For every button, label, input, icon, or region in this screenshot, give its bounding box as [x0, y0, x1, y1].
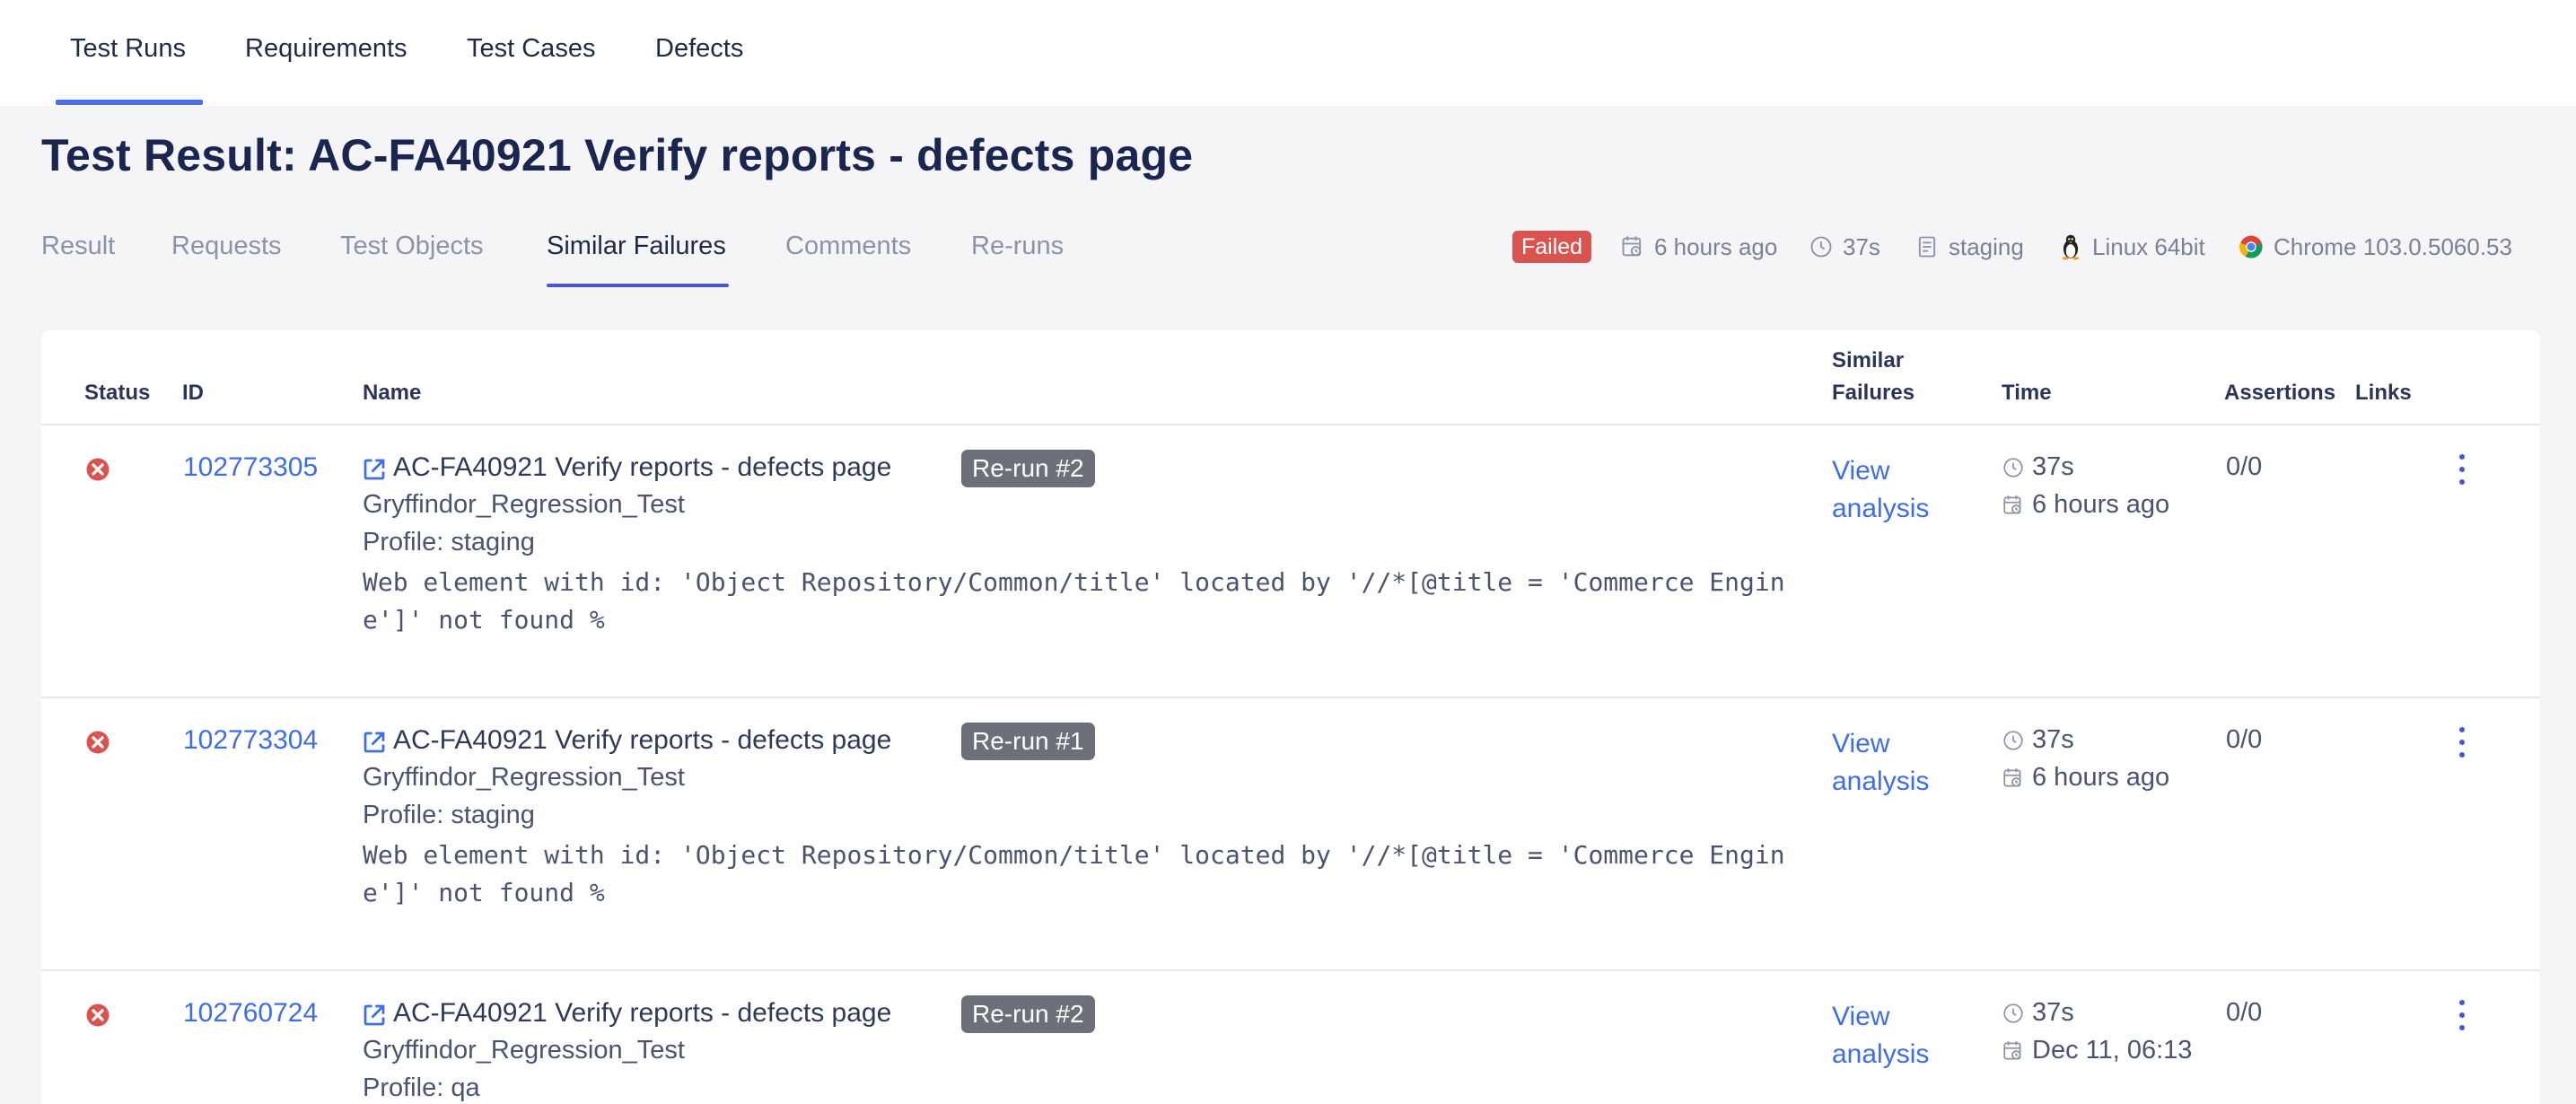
meta-os: Linux 64bit — [2058, 232, 2205, 262]
more-actions-icon[interactable] — [2456, 454, 2468, 485]
meta-profile: staging — [1914, 232, 2024, 262]
view-analysis-line2: analysis — [1832, 1039, 1930, 1069]
started-time: Dec 11, 06:13 — [2002, 1036, 2192, 1065]
header-similar-failures-line2: Failures — [1832, 381, 1915, 405]
assertions-count: 0/0 — [2226, 452, 2263, 481]
calendar-clock-icon — [1622, 236, 1642, 257]
tab-test-objects[interactable]: Test Objects — [340, 232, 484, 261]
similar-failures-table: Status ID Name Similar Failures Time Ass… — [41, 330, 2540, 1104]
subtab-active-indicator — [547, 284, 729, 287]
header-links: Links — [2355, 381, 2412, 405]
linux-icon — [2062, 234, 2080, 260]
external-link-icon[interactable] — [361, 729, 388, 756]
test-result-id-link[interactable]: 102773304 — [183, 725, 318, 756]
assertions-count: 0/0 — [2226, 725, 2263, 754]
failed-status-icon — [86, 731, 110, 754]
document-icon — [1918, 236, 1936, 258]
more-actions-icon[interactable] — [2456, 727, 2468, 758]
page-title: Test Result: AC-FA40921 Verify reports -… — [41, 130, 1194, 180]
test-name: AC-FA40921 Verify reports - defects page — [393, 452, 892, 482]
clock-icon — [1810, 236, 1832, 258]
duration-text: 37s — [2032, 998, 2074, 1027]
table-row: 102760724 AC-FA40921 Verify reports - de… — [41, 971, 2540, 1104]
test-name: AC-FA40921 Verify reports - defects page — [393, 998, 892, 1028]
duration-text: 37s — [2032, 452, 2074, 481]
started-time-text: 6 hours ago — [2032, 763, 2170, 792]
test-result-id-link[interactable]: 102760724 — [183, 998, 318, 1029]
rerun-badge: Re-run #1 — [961, 723, 1095, 760]
external-link-icon[interactable] — [361, 456, 388, 483]
assertions-count: 0/0 — [2226, 998, 2263, 1027]
error-message: Web element with id: 'Object Repository/… — [363, 567, 1785, 635]
failed-status-icon — [86, 1003, 110, 1027]
started-time: 6 hours ago — [2002, 763, 2169, 793]
started-time-text: 6 hours ago — [2032, 490, 2170, 519]
external-link-icon[interactable] — [361, 1002, 388, 1029]
test-suite-name: Gryffindor_Regression_Test — [363, 490, 685, 519]
rerun-badge: Re-run #2 — [961, 450, 1095, 487]
header-name: Name — [363, 381, 422, 405]
header-id: ID — [182, 381, 204, 405]
tab-result[interactable]: Result — [41, 232, 115, 261]
topnav-defects[interactable]: Defects — [655, 34, 743, 64]
tab-comments[interactable]: Comments — [785, 232, 911, 261]
view-analysis-link[interactable]: View analysis — [1832, 725, 1958, 801]
failed-status-icon — [86, 458, 110, 481]
table-row: 102773304 AC-FA40921 Verify reports - de… — [41, 698, 2540, 969]
duration: 37s — [2002, 725, 2074, 755]
test-suite-name: Gryffindor_Regression_Test — [363, 1036, 685, 1065]
view-analysis-line2: analysis — [1832, 767, 1930, 796]
test-suite-name: Gryffindor_Regression_Test — [363, 763, 685, 792]
test-profile: Profile: staging — [363, 528, 535, 556]
clock-icon — [2003, 730, 2023, 750]
topnav-test-runs[interactable]: Test Runs — [70, 34, 186, 64]
view-analysis-line1: View — [1832, 1002, 1890, 1031]
chrome-icon — [2239, 235, 2263, 258]
tab-re-runs[interactable]: Re-runs — [971, 232, 1064, 261]
started-time: 6 hours ago — [2002, 490, 2169, 520]
more-actions-icon[interactable] — [2456, 1000, 2468, 1030]
topnav-test-cases[interactable]: Test Cases — [467, 34, 595, 64]
error-message: Web element with id: 'Object Repository/… — [363, 840, 1785, 907]
calendar-clock-icon — [2003, 495, 2021, 514]
meta-started-text: 6 hours ago — [1654, 232, 1778, 260]
topnav-active-indicator — [56, 100, 203, 105]
duration-text: 37s — [2032, 725, 2074, 754]
test-profile: Profile: qa — [363, 1073, 480, 1102]
meta-browser-text: Chrome 103.0.5060.53 — [2274, 232, 2512, 260]
duration: 37s — [2002, 452, 2074, 482]
view-analysis-line2: analysis — [1832, 494, 1930, 523]
test-profile: Profile: staging — [363, 801, 535, 829]
calendar-clock-icon — [2003, 767, 2021, 787]
header-similar-failures-line1: Similar — [1832, 348, 1905, 372]
view-analysis-link[interactable]: View analysis — [1832, 452, 1958, 528]
view-analysis-line1: View — [1832, 729, 1890, 758]
status-badge: Failed — [1512, 231, 1592, 263]
meta-duration: 37s — [1809, 232, 1880, 262]
meta-started: 6 hours ago — [1620, 232, 1777, 262]
header-status: Status — [84, 381, 151, 405]
duration: 37s — [2002, 998, 2074, 1028]
test-result-id-link[interactable]: 102773305 — [183, 452, 318, 483]
top-navigation-bar: Test Runs Requirements Test Cases Defect… — [0, 0, 2576, 106]
rerun-badge: Re-run #2 — [961, 995, 1095, 1033]
meta-browser: Chrome 103.0.5060.53 — [2238, 232, 2512, 262]
calendar-clock-icon — [2003, 1040, 2021, 1060]
clock-icon — [2003, 1003, 2023, 1023]
tab-requests[interactable]: Requests — [171, 232, 282, 261]
started-time-text: Dec 11, 06:13 — [2032, 1036, 2193, 1065]
test-name: AC-FA40921 Verify reports - defects page — [393, 725, 892, 755]
view-analysis-link[interactable]: View analysis — [1832, 998, 1958, 1073]
header-assertions: Assertions — [2224, 381, 2336, 405]
meta-profile-text: staging — [1949, 232, 2024, 260]
view-analysis-line1: View — [1832, 456, 1890, 486]
meta-duration-text: 37s — [1843, 232, 1880, 260]
table-row: 102773305 AC-FA40921 Verify reports - de… — [41, 425, 2540, 697]
clock-icon — [2003, 457, 2023, 478]
meta-os-text: Linux 64bit — [2092, 232, 2205, 260]
topnav-requirements[interactable]: Requirements — [245, 34, 407, 64]
header-time: Time — [2002, 381, 2052, 405]
tab-similar-failures[interactable]: Similar Failures — [547, 232, 726, 261]
